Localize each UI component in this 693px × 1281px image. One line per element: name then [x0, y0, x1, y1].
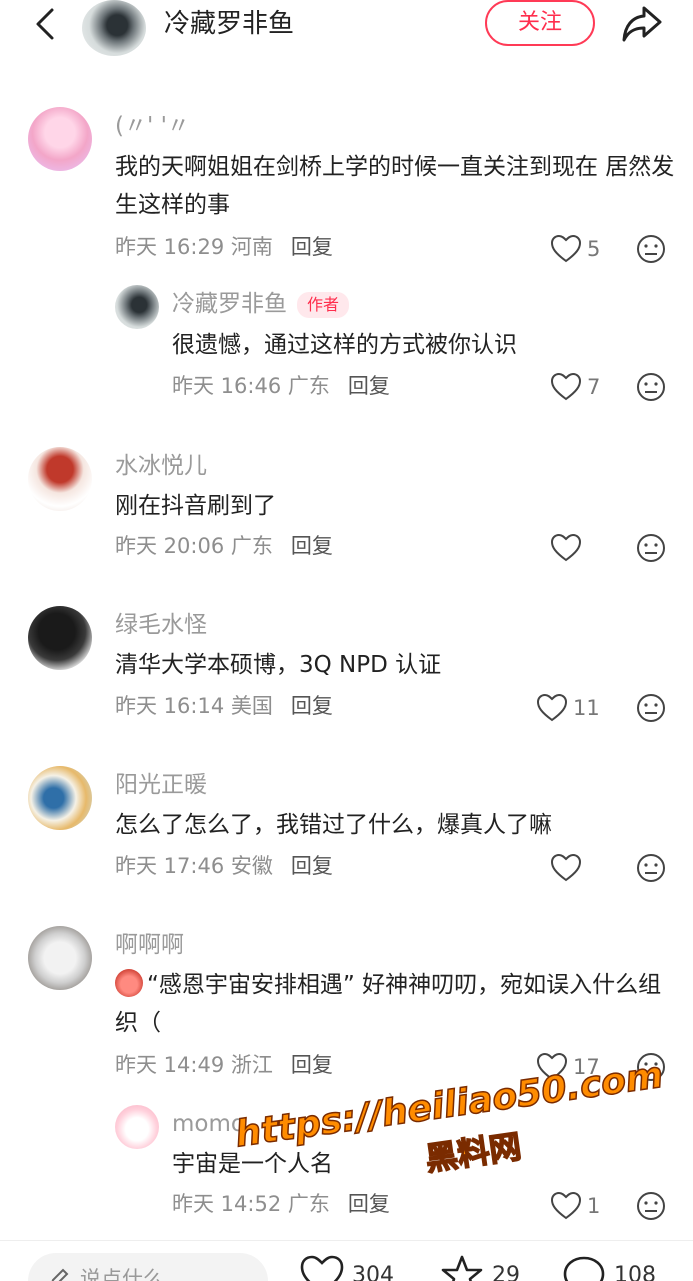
- reply-button[interactable]: 回复: [291, 534, 333, 558]
- comment-meta: 昨天 20:06 广东回复: [115, 532, 333, 560]
- commenter-name[interactable]: 冷藏罗非鱼作者: [172, 289, 349, 319]
- comment-meta: 昨天 14:52 广东回复: [172, 1190, 390, 1218]
- comment-text: 很遗憾，通过这样的方式被你认识: [172, 326, 672, 364]
- like-button[interactable]: 5: [551, 231, 600, 267]
- like-count: 1: [587, 1194, 600, 1218]
- reply-button[interactable]: 回复: [291, 854, 333, 878]
- comment-text: “感恩宇宙安排相遇” 好神神叨叨，宛如误入什么组织（: [115, 966, 675, 1042]
- post-star-count: 29: [492, 1263, 520, 1281]
- like-count: 5: [587, 237, 600, 261]
- crying-emoji-icon: [115, 969, 143, 997]
- comment-meta: 昨天 16:14 美国回复: [115, 692, 333, 720]
- top-bar: 冷藏罗非鱼 关注: [0, 0, 693, 80]
- comment-text-content: “感恩宇宙安排相遇” 好神神叨叨，宛如误入什么组织（: [115, 972, 661, 1036]
- commenter-name[interactable]: 水冰悦儿: [115, 451, 207, 481]
- comment-meta: 昨天 14:49 浙江回复: [115, 1051, 333, 1079]
- commenter-avatar[interactable]: [115, 285, 159, 329]
- follow-button[interactable]: 关注: [485, 0, 595, 46]
- like-button[interactable]: 7: [551, 369, 600, 405]
- star-icon: [440, 1255, 484, 1281]
- heart-icon: [551, 534, 581, 562]
- heart-icon: [551, 235, 581, 263]
- author-badge: 作者: [297, 292, 349, 318]
- comment-text: 刚在抖音刷到了: [115, 487, 675, 525]
- comment-input[interactable]: 说点什么...: [28, 1253, 268, 1281]
- back-arrow-icon[interactable]: [30, 6, 66, 42]
- comment-time-location: 昨天 20:06 广东: [115, 534, 273, 558]
- heart-icon: [537, 694, 567, 722]
- commenter-name-text: 冷藏罗非鱼: [172, 291, 287, 317]
- comment-text: 清华大学本硕博，3Q NPD 认证: [115, 646, 675, 684]
- commenter-name[interactable]: (〃' '〃: [115, 111, 190, 141]
- post-comment-button[interactable]: 108: [562, 1255, 656, 1281]
- dislike-face-icon[interactable]: [636, 533, 666, 563]
- commenter-avatar[interactable]: [115, 1105, 159, 1149]
- reply-button[interactable]: 回复: [348, 1192, 390, 1216]
- like-count: 11: [573, 696, 600, 720]
- heart-icon: [300, 1255, 344, 1281]
- dislike-face-icon[interactable]: [636, 1052, 666, 1082]
- comment-time-location: 昨天 16:29 河南: [115, 235, 273, 259]
- like-count: 17: [573, 1055, 600, 1079]
- dislike-face-icon[interactable]: [636, 234, 666, 264]
- pen-icon: [48, 1267, 70, 1281]
- comment-text: 怎么了怎么了，我错过了什么，爆真人了嘛: [115, 806, 675, 844]
- like-button[interactable]: [551, 850, 587, 886]
- commenter-avatar[interactable]: [28, 447, 92, 511]
- like-button[interactable]: 17: [537, 1049, 600, 1085]
- comment-time-location: 昨天 17:46 安徽: [115, 854, 273, 878]
- reply-button[interactable]: 回复: [348, 374, 390, 398]
- commenter-name[interactable]: 阳光正暖: [115, 770, 207, 800]
- commenter-name[interactable]: 啊啊啊: [115, 930, 184, 960]
- heart-icon: [551, 1192, 581, 1220]
- comment-meta: 昨天 16:46 广东回复: [172, 372, 390, 400]
- like-button[interactable]: [551, 530, 587, 566]
- comment-bubble-icon: [562, 1255, 606, 1281]
- comment-input-placeholder: 说点什么...: [80, 1267, 184, 1281]
- dislike-face-icon[interactable]: [636, 693, 666, 723]
- heart-icon: [551, 373, 581, 401]
- comment-meta: 昨天 17:46 安徽回复: [115, 852, 333, 880]
- reply-button[interactable]: 回复: [291, 694, 333, 718]
- heart-icon: [537, 1053, 567, 1081]
- commenter-name[interactable]: momo: [172, 1109, 245, 1139]
- comment-text: 我的天啊姐姐在剑桥上学的时候一直关注到现在 居然发生这样的事: [115, 148, 675, 224]
- commenter-avatar[interactable]: [28, 606, 92, 670]
- comment-time-location: 昨天 14:52 广东: [172, 1192, 330, 1216]
- comment-text: 宇宙是一个人名: [172, 1145, 652, 1183]
- post-star-button[interactable]: 29: [440, 1255, 520, 1281]
- post-comment-count: 108: [614, 1263, 656, 1281]
- like-button[interactable]: 11: [537, 690, 600, 726]
- bottom-bar: 说点什么... 304 29 108: [0, 1240, 693, 1281]
- commenter-avatar[interactable]: [28, 926, 92, 990]
- comment-time-location: 昨天 16:14 美国: [115, 694, 273, 718]
- commenter-avatar[interactable]: [28, 766, 92, 830]
- author-avatar[interactable]: [82, 0, 146, 56]
- dislike-face-icon[interactable]: [636, 372, 666, 402]
- commenter-name[interactable]: 绿毛水怪: [115, 610, 207, 640]
- dislike-face-icon[interactable]: [636, 1191, 666, 1221]
- author-name[interactable]: 冷藏罗非鱼: [164, 6, 294, 42]
- heart-icon: [551, 854, 581, 882]
- like-count: 7: [587, 375, 600, 399]
- dislike-face-icon[interactable]: [636, 853, 666, 883]
- comment-time-location: 昨天 16:46 广东: [172, 374, 330, 398]
- commenter-avatar[interactable]: [28, 107, 92, 171]
- post-like-button[interactable]: 304: [300, 1255, 394, 1281]
- reply-button[interactable]: 回复: [291, 235, 333, 259]
- comment-time-location: 昨天 14:49 浙江: [115, 1053, 273, 1077]
- share-icon[interactable]: [620, 4, 664, 44]
- reply-button[interactable]: 回复: [291, 1053, 333, 1077]
- like-button[interactable]: 1: [551, 1188, 600, 1224]
- post-like-count: 304: [352, 1263, 394, 1281]
- comment-meta: 昨天 16:29 河南回复: [115, 233, 333, 261]
